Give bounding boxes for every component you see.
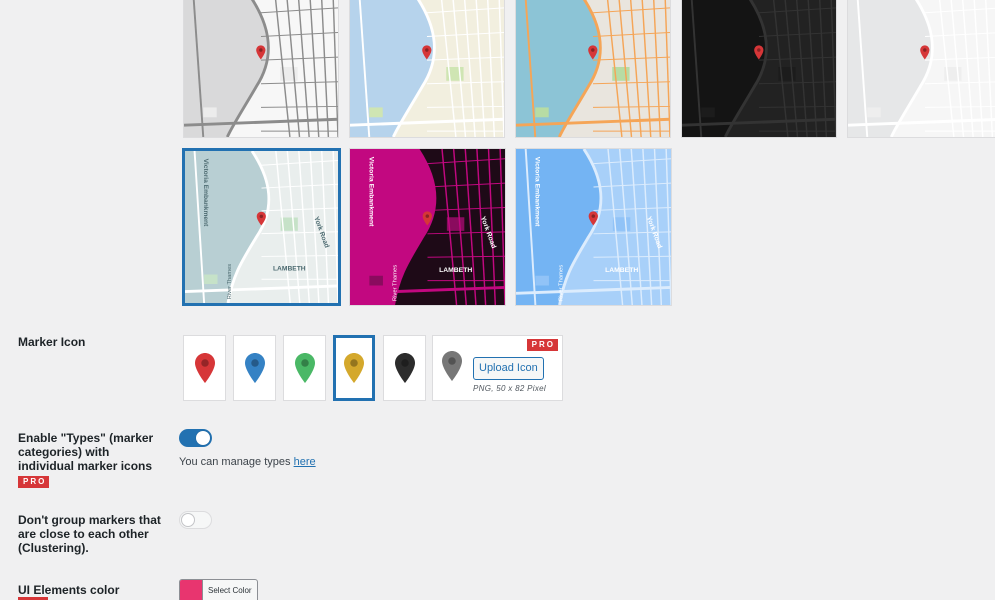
map-preview bbox=[184, 0, 338, 137]
map-preview: Victoria EmbankmentRiver ThamesYork Road… bbox=[516, 149, 671, 305]
types-pro-badge: PRO bbox=[18, 476, 50, 488]
marker-option-yellow[interactable] bbox=[333, 335, 375, 401]
map-pin-icon bbox=[442, 351, 462, 381]
toggle-knob bbox=[181, 513, 195, 527]
types-label: Enable "Types" (marker categories) with … bbox=[18, 431, 168, 488]
color-swatch bbox=[180, 580, 202, 600]
map-style-tile-5[interactable] bbox=[847, 0, 995, 138]
manage-types-link[interactable]: here bbox=[294, 456, 316, 468]
map-style-tile-1[interactable] bbox=[183, 0, 339, 138]
marker-option-blue[interactable] bbox=[233, 335, 276, 401]
map-style-tile-2[interactable] bbox=[349, 0, 505, 138]
map-preview bbox=[848, 0, 995, 137]
custom-marker-upload: PRO Upload Icon PNG, 50 x 82 Pixel bbox=[432, 335, 563, 401]
types-toggle[interactable] bbox=[179, 429, 212, 447]
svg-text:River Thames: River Thames bbox=[393, 265, 399, 301]
map-preview: Victoria EmbankmentRiver ThamesYork Road… bbox=[185, 151, 338, 303]
svg-text:River Thames: River Thames bbox=[559, 265, 565, 301]
clustering-label: Don't group markers that are close to ea… bbox=[18, 513, 161, 555]
toggle-knob bbox=[196, 431, 210, 445]
map-preview bbox=[682, 0, 836, 137]
ui-color-label: UI Elements color bbox=[18, 583, 120, 597]
map-pin-icon bbox=[294, 353, 315, 383]
svg-text:LAMBETH: LAMBETH bbox=[605, 267, 638, 274]
map-style-tile-6[interactable]: Victoria Embankment River Thames York Road… bbox=[182, 148, 341, 306]
types-label-text: Enable "Types" (marker categories) with … bbox=[18, 431, 154, 473]
map-preview: Victoria EmbankmentRiver ThamesYork Road… bbox=[350, 149, 505, 305]
svg-text:LAMBETH: LAMBETH bbox=[273, 266, 306, 273]
svg-text:River Thames: River Thames bbox=[227, 264, 233, 299]
map-pin-icon bbox=[344, 353, 364, 383]
map-pin-icon bbox=[244, 353, 265, 383]
svg-text:LAMBETH: LAMBETH bbox=[439, 267, 472, 274]
types-help-text: You can manage types bbox=[179, 456, 294, 468]
svg-text:Victoria Embankment: Victoria Embankment bbox=[533, 157, 540, 227]
clustering-toggle[interactable] bbox=[179, 511, 212, 529]
types-help: You can manage types here bbox=[179, 456, 316, 468]
svg-text:Victoria Embankment: Victoria Embankment bbox=[367, 157, 374, 227]
map-style-tile-4[interactable] bbox=[681, 0, 837, 138]
upload-icon-hint: PNG, 50 x 82 Pixel bbox=[473, 384, 546, 393]
marker-option-red[interactable] bbox=[183, 335, 226, 401]
map-pin-icon bbox=[194, 353, 215, 383]
select-color-button[interactable]: Select Color bbox=[179, 579, 258, 600]
map-style-tile-8[interactable]: Victoria Embankment River Thames York Road… bbox=[515, 148, 672, 306]
map-preview bbox=[350, 0, 504, 137]
marker-icon-label: Marker Icon bbox=[18, 335, 86, 349]
upload-icon-button[interactable]: Upload Icon bbox=[473, 357, 544, 380]
svg-text:Victoria Embankment: Victoria Embankment bbox=[202, 159, 209, 227]
marker-option-gray[interactable] bbox=[442, 350, 462, 387]
map-style-tile-3[interactable] bbox=[515, 0, 671, 138]
map-style-tile-7[interactable]: Victoria Embankment River Thames York Road… bbox=[349, 148, 506, 306]
select-color-label: Select Color bbox=[202, 580, 257, 600]
map-pin-icon bbox=[394, 353, 415, 383]
map-preview bbox=[516, 0, 670, 137]
pro-badge: PRO bbox=[526, 339, 558, 351]
marker-option-black[interactable] bbox=[383, 335, 426, 401]
marker-option-green[interactable] bbox=[283, 335, 326, 401]
